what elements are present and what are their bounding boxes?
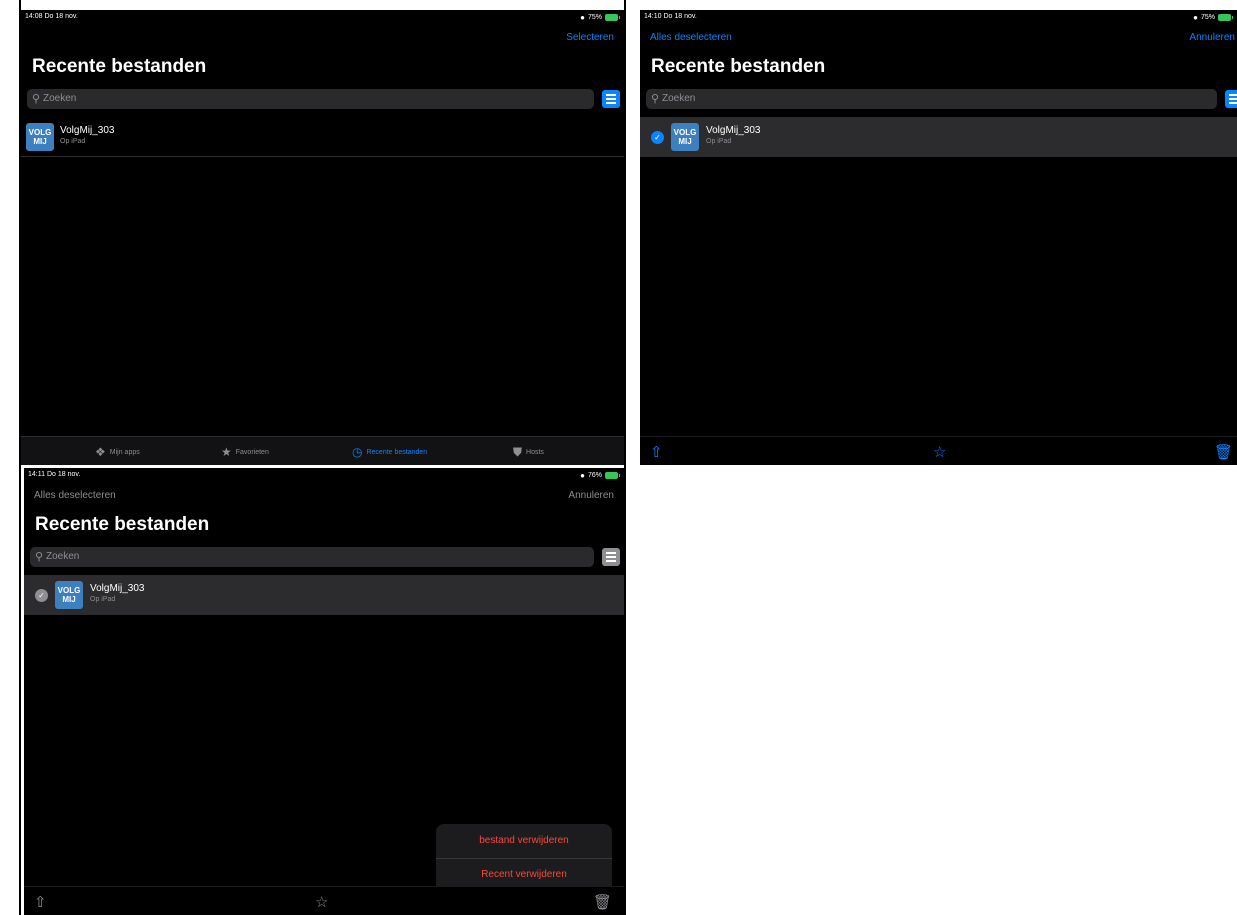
app-icon-text-bottom: MIJ [62, 595, 76, 604]
search-icon: ⚲ [651, 93, 660, 105]
list-item[interactable]: ✓ VOLG MIJ VolgMij_303 Op iPad [24, 575, 624, 615]
app-icon-text-bottom: MIJ [33, 137, 47, 146]
screen-recent-files: 14:08 Do 18 nov. ● 75% Selecteren Recent… [21, 10, 624, 465]
tab-hosts[interactable]: ⛊ Hosts [513, 445, 544, 460]
tab-my-apps[interactable]: ❖ Mijn apps [95, 445, 140, 459]
edit-toolbar: ⇧ ☆ 🗑 [24, 886, 624, 915]
row-divider [21, 156, 624, 157]
app-icon-text-top: VOLG [673, 128, 697, 137]
battery-icon [605, 472, 620, 479]
screen-select-mode: 14:10 Do 18 nov. ● 75% Alles deselectere… [640, 10, 1237, 465]
favorite-star-icon[interactable]: ☆ [315, 893, 328, 911]
trash-icon[interactable]: 🗑 [1214, 443, 1233, 461]
trash-icon[interactable]: 🗑 [593, 893, 612, 911]
wifi-icon: ● [1193, 13, 1198, 22]
tab-favorites[interactable]: ★ Favorieten [221, 445, 269, 459]
file-name: VolgMij_303 [706, 125, 761, 136]
status-time: 14:11 Do 18 nov. [28, 471, 81, 478]
page-title: Recente bestanden [35, 514, 210, 535]
battery-icon [605, 14, 620, 21]
app-file-icon: VOLG MIJ [671, 123, 699, 151]
search-input[interactable]: ⚲ Zoeken [30, 547, 594, 567]
checkmark-icon[interactable]: ✓ [35, 589, 48, 602]
list-view-button[interactable] [1225, 90, 1237, 108]
search-icon: ⚲ [32, 93, 41, 105]
tab-label: Hosts [526, 449, 544, 456]
search-input[interactable]: ⚲ Zoeken [646, 89, 1217, 109]
select-button[interactable]: Selecteren [566, 32, 614, 43]
file-name: VolgMij_303 [90, 583, 145, 594]
list-item[interactable]: VOLG MIJ VolgMij_303 Op iPad [21, 117, 624, 157]
search-placeholder: Zoeken [662, 93, 696, 104]
wifi-icon: ● [580, 13, 585, 22]
star-icon: ★ [221, 445, 232, 459]
file-name: VolgMij_303 [60, 125, 115, 136]
app-icon-text-top: VOLG [28, 128, 52, 137]
delete-menu: bestand verwijderen Recent verwijderen [436, 824, 612, 892]
battery-percent: 75% [587, 14, 602, 21]
share-icon[interactable]: ⇧ [34, 893, 47, 911]
app-file-icon: VOLG MIJ [55, 581, 83, 609]
apps-icon: ❖ [95, 445, 106, 459]
screen-delete-menu: 14:11 Do 18 nov. ● 76% Alles deselectere… [24, 468, 624, 915]
deselect-all-button[interactable]: Alles deselecteren [34, 490, 116, 501]
cancel-button[interactable]: Annuleren [568, 490, 614, 501]
app-file-icon: VOLG MIJ [26, 123, 54, 151]
delete-file-button[interactable]: bestand verwijderen [436, 824, 612, 858]
search-input[interactable]: ⚲ Zoeken [27, 89, 594, 109]
file-location: Op iPad [706, 138, 732, 145]
deselect-all-button[interactable]: Alles deselecteren [650, 32, 732, 43]
app-icon-text-top: VOLG [57, 586, 81, 595]
search-placeholder: Zoeken [46, 551, 80, 562]
file-location: Op iPad [90, 596, 116, 603]
edit-toolbar: ⇧ ☆ 🗑 [640, 436, 1237, 465]
app-icon-text-bottom: MIJ [678, 137, 692, 146]
file-location: Op iPad [60, 138, 86, 145]
battery-percent: 75% [1200, 14, 1215, 21]
checkmark-icon[interactable]: ✓ [651, 131, 664, 144]
search-placeholder: Zoeken [43, 93, 77, 104]
list-item[interactable]: ✓ VOLG MIJ VolgMij_303 Op iPad [640, 117, 1237, 157]
cancel-button[interactable]: Annuleren [1189, 32, 1235, 43]
status-bar: 14:11 Do 18 nov. ● 76% [24, 468, 624, 482]
status-time: 14:10 Do 18 nov. [644, 13, 697, 20]
page-title: Recente bestanden [32, 56, 207, 77]
tab-label: Recente bestanden [366, 448, 428, 456]
list-view-button[interactable] [602, 90, 620, 108]
battery-percent: 76% [587, 472, 602, 479]
status-bar: 14:10 Do 18 nov. ● 75% [640, 10, 1237, 24]
server-icon: ⛊ [513, 445, 523, 459]
tab-label: Mijn apps [109, 448, 140, 456]
divider-middle [624, 0, 626, 915]
list-view-button[interactable] [602, 548, 620, 566]
favorite-star-icon[interactable]: ☆ [933, 443, 946, 461]
search-icon: ⚲ [35, 551, 44, 563]
clock-icon: ◷ [352, 445, 363, 459]
tab-recent-files[interactable]: ◷ Recente bestanden [352, 445, 427, 459]
status-bar: 14:08 Do 18 nov. ● 75% [21, 10, 624, 24]
tab-label: Favorieten [235, 448, 269, 456]
battery-icon [1218, 14, 1233, 21]
wifi-icon: ● [580, 471, 585, 480]
share-icon[interactable]: ⇧ [650, 443, 663, 461]
page-title: Recente bestanden [651, 56, 826, 77]
status-time: 14:08 Do 18 nov. [25, 13, 78, 20]
tab-bar: ❖ Mijn apps ★ Favorieten ◷ Recente besta… [21, 436, 624, 465]
